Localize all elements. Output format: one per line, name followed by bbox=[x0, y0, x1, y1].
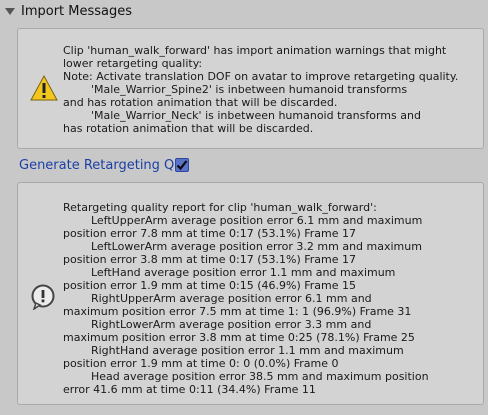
foldout-title: Import Messages bbox=[21, 3, 133, 19]
generate-retargeting-checkbox[interactable] bbox=[175, 158, 190, 172]
info-icon bbox=[31, 284, 55, 310]
generate-retargeting-toggle[interactable]: Generate Retargeting Q bbox=[19, 156, 190, 174]
warning-icon bbox=[30, 75, 58, 101]
chevron-down-icon[interactable] bbox=[5, 7, 15, 15]
retargeting-report-help-box: Retargeting quality report for clip 'hum… bbox=[17, 182, 484, 405]
toggle-label: Generate Retargeting Q bbox=[19, 157, 175, 173]
import-messages-foldout[interactable]: Import Messages bbox=[0, 0, 488, 22]
checkmark-icon bbox=[177, 160, 188, 171]
warning-help-box: Clip 'human_walk_forward' has import ani… bbox=[17, 28, 484, 149]
warning-message: Clip 'human_walk_forward' has import ani… bbox=[63, 44, 459, 135]
report-message: Retargeting quality report for clip 'hum… bbox=[63, 201, 429, 396]
